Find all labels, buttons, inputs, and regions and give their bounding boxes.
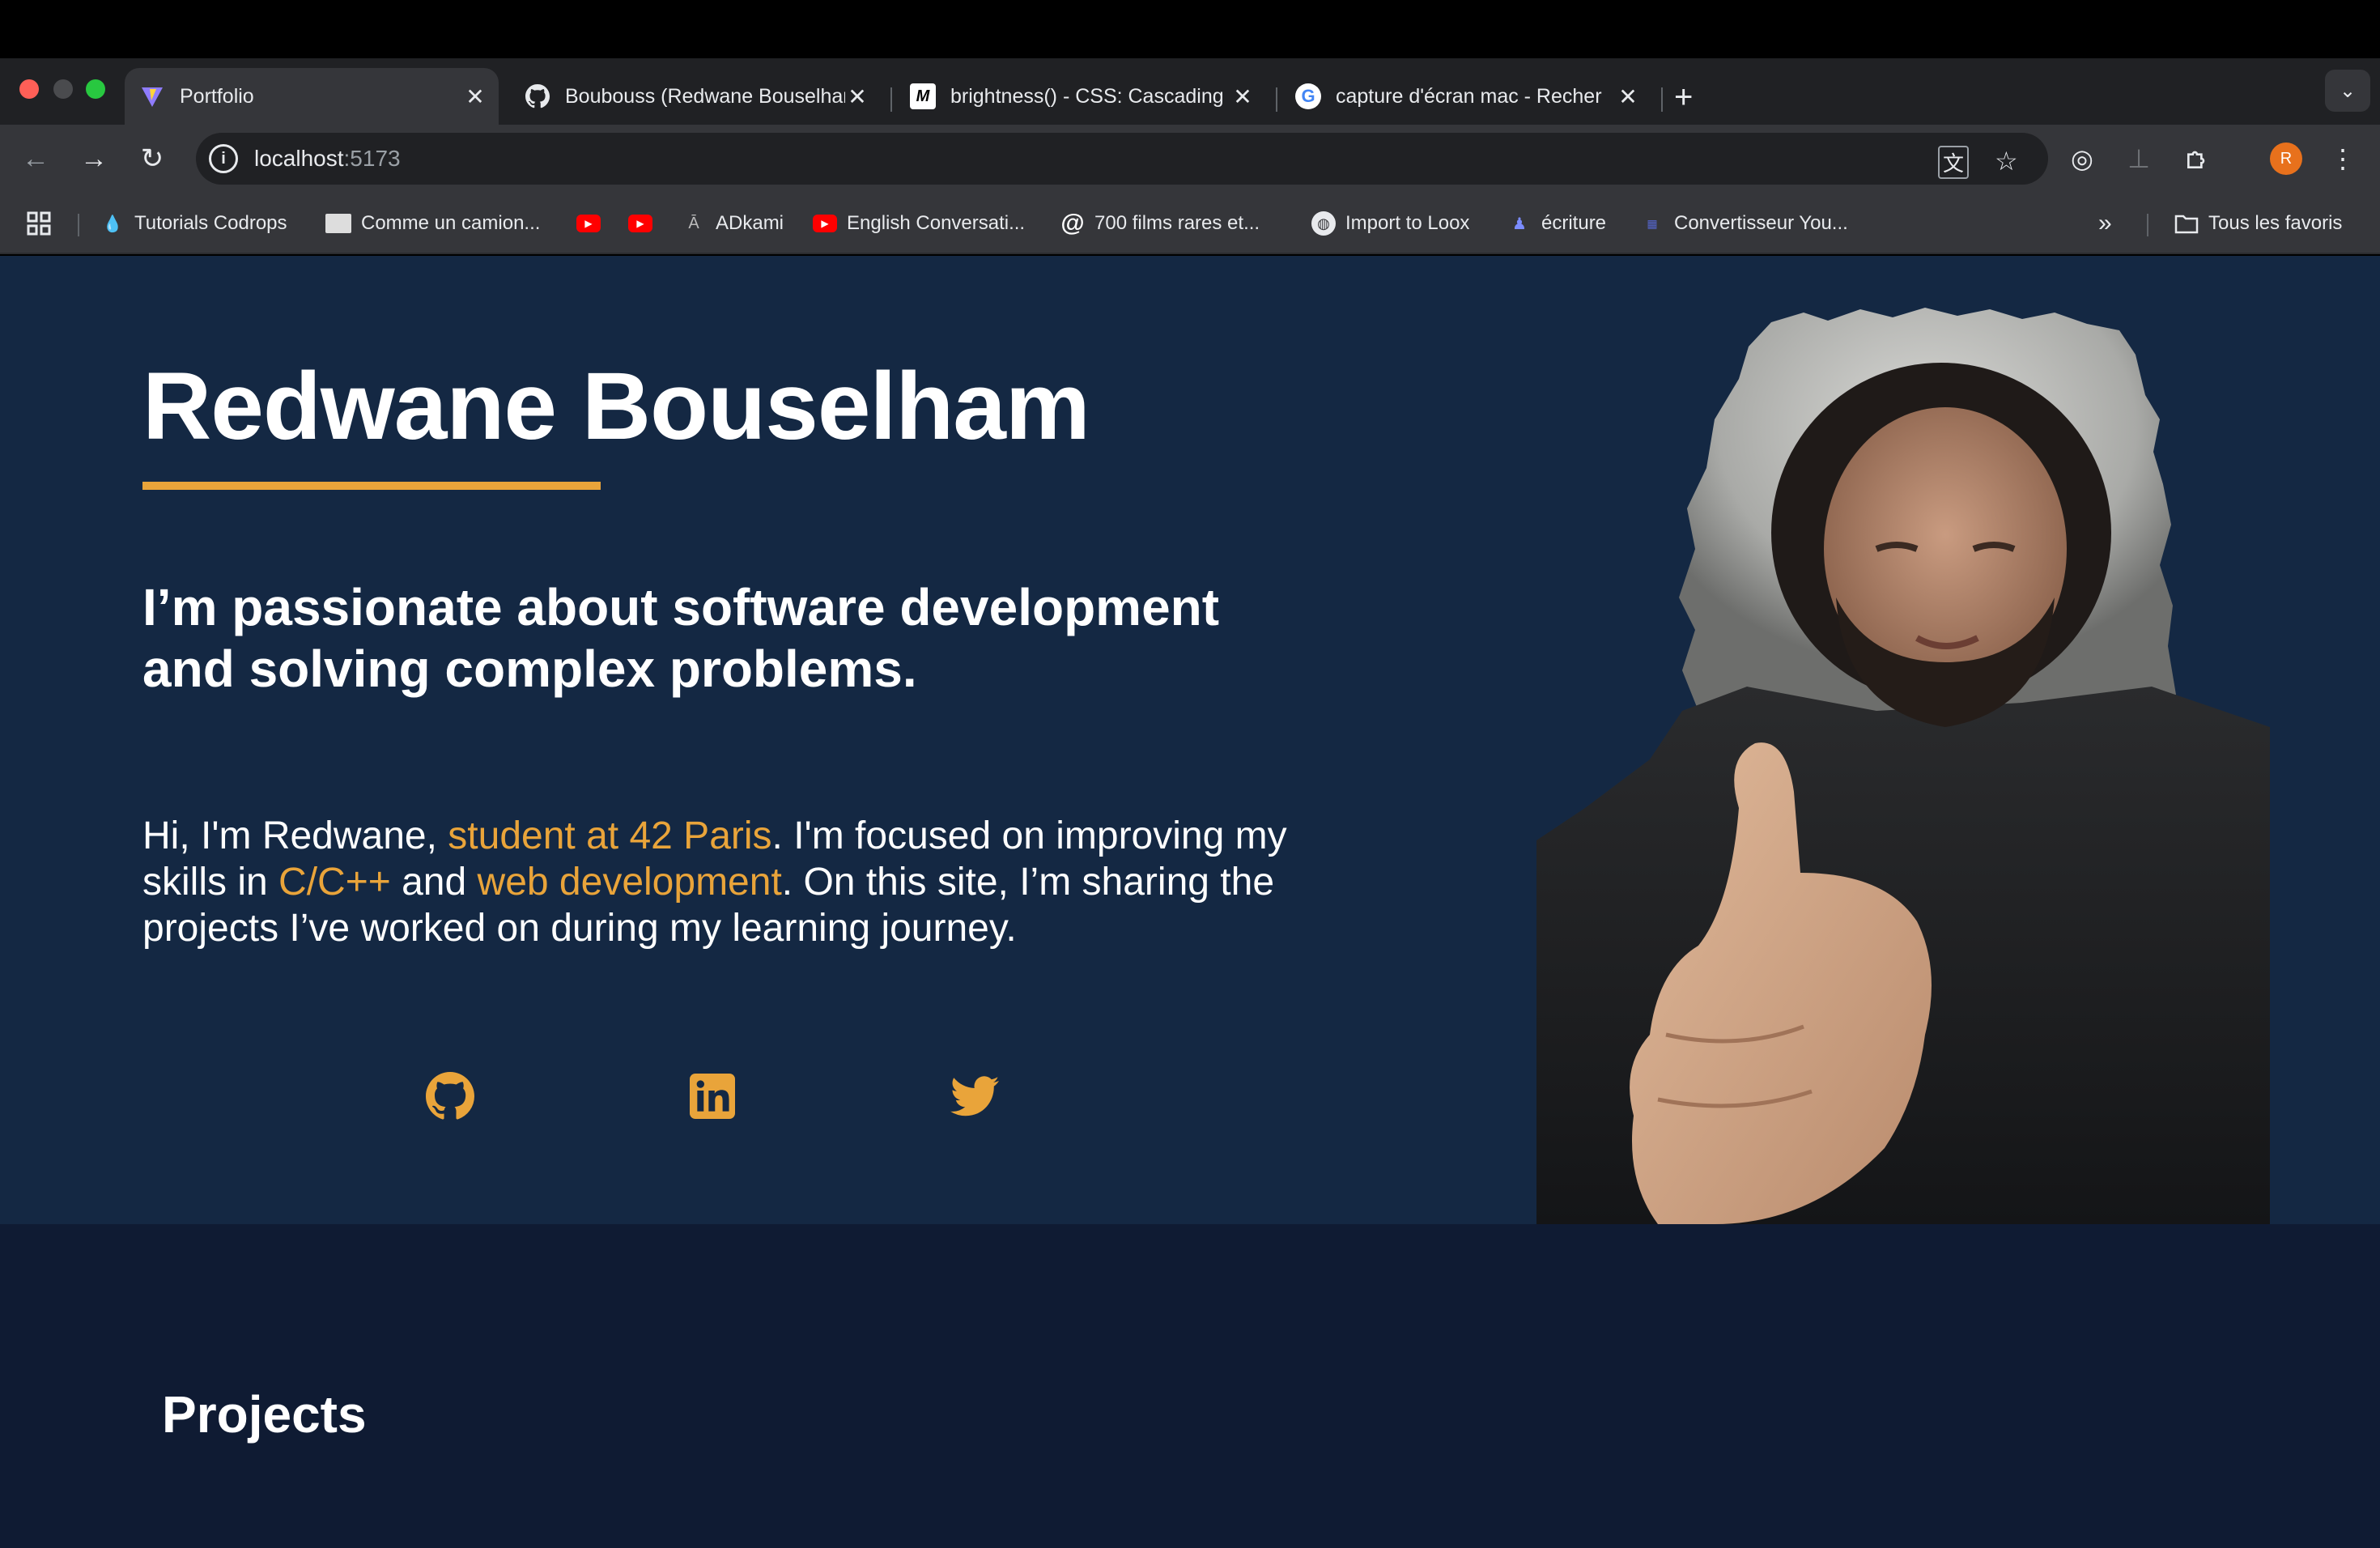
folder-icon: [2174, 211, 2199, 236]
url-host: localhost: [254, 146, 344, 171]
profile-avatar[interactable]: R: [2270, 142, 2302, 175]
youtube-icon: ▶: [813, 215, 837, 232]
projects-heading: Projects: [162, 1385, 367, 1444]
bookmark-label: Comme un camion...: [361, 212, 541, 234]
url-port: :5173: [343, 146, 401, 171]
close-tab-icon[interactable]: ✕: [1616, 83, 1640, 110]
ecriture-icon: ♟: [1512, 215, 1527, 233]
google-icon: G: [1295, 83, 1321, 109]
minimize-window-button[interactable]: [53, 79, 73, 99]
bookmark-youtube-1[interactable]: ▶: [576, 209, 610, 238]
tab-title: Boubouss (Redwane Bouselham): [565, 84, 845, 108]
tab-google[interactable]: G capture d'écran mac - Recher ✕: [1281, 68, 1651, 125]
twitter-link[interactable]: [949, 1070, 1001, 1122]
bookmark-adkami[interactable]: Ᾱ ADkami: [682, 209, 784, 238]
bookmark-label: 700 films rares et...: [1094, 212, 1260, 234]
reload-button[interactable]: ↻: [134, 141, 170, 176]
hero-tagline: I’m passionate about software developmen…: [142, 578, 1220, 698]
bookmark-youtube-2[interactable]: ▶: [628, 209, 662, 238]
chevron-down-icon: ⌄: [2339, 79, 2357, 102]
close-window-button[interactable]: [19, 79, 39, 99]
close-tab-icon[interactable]: ✕: [1230, 83, 1255, 110]
menu-kebab-icon[interactable]: ⋮: [2327, 142, 2359, 175]
bookmark-label: English Conversati...: [847, 212, 1026, 234]
forward-button[interactable]: →: [76, 141, 112, 176]
github-icon: [525, 83, 550, 109]
bookmark-label: Convertisseur You...: [1674, 212, 1848, 234]
hero-name: Redwane Bouselham: [142, 353, 1090, 460]
tab-title: capture d'écran mac - Recher: [1336, 84, 1602, 108]
intro-text: Hi, I'm Redwane,: [142, 814, 448, 857]
intro-highlight-cpp: C/C++: [278, 861, 391, 904]
extension-tool-icon[interactable]: ⊥: [2123, 142, 2155, 175]
close-tab-icon[interactable]: ✕: [463, 83, 487, 110]
translate-icon[interactable]: 文: [1938, 146, 1970, 179]
globe-icon: ◍: [1311, 211, 1336, 236]
extension-target-icon[interactable]: ◎: [2066, 142, 2098, 175]
all-bookmarks-folder[interactable]: Tous les favoris: [2174, 209, 2342, 238]
bookmark-convertisseur[interactable]: ▦ Convertisseur You...: [1640, 209, 1848, 238]
intro-highlight-school: student at 42 Paris: [448, 814, 772, 857]
converter-icon: ▦: [1647, 216, 1658, 230]
bookmark-tutorials-codrops[interactable]: 💧 Tutorials Codrops: [100, 209, 287, 238]
browser-toolbar: ← → ↻ i localhost:5173 文 ☆ ◎ ⊥ R ⋮: [0, 125, 2380, 193]
intro-highlight-web: web development: [477, 861, 782, 904]
address-bar[interactable]: i localhost:5173 文 ☆: [196, 133, 2048, 185]
bookmark-separator: [2147, 214, 2148, 236]
twitter-icon: [950, 1076, 999, 1116]
github-link[interactable]: [424, 1070, 476, 1122]
mdn-icon: M: [910, 83, 936, 109]
close-tab-icon[interactable]: ✕: [845, 83, 869, 110]
bookmark-import-to-loox[interactable]: ◍ Import to Loox: [1311, 209, 1469, 238]
bookmark-label: Tous les favoris: [2208, 212, 2343, 234]
bookmark-comme-un-camion[interactable]: Comme un camion...: [325, 209, 540, 238]
apps-grid-icon: [27, 211, 51, 236]
maximize-window-button[interactable]: [86, 79, 105, 99]
bookmark-label: Tutorials Codrops: [134, 212, 287, 234]
name-underline: [142, 482, 601, 490]
tab-separator: [1661, 87, 1663, 112]
bookmark-english-conversation[interactable]: ▶ English Conversati...: [813, 209, 1025, 238]
youtube-icon: ▶: [628, 215, 652, 232]
bookmark-separator: [78, 214, 79, 236]
bookmark-700-films[interactable]: @ 700 films rares et...: [1060, 209, 1260, 238]
back-button[interactable]: ←: [18, 141, 53, 176]
tab-mdn[interactable]: M brightness() - CSS: Cascading ✕: [895, 68, 1266, 125]
tab-strip: Portfolio ✕ Boubouss (Redwane Bouselham)…: [0, 58, 2380, 125]
at-icon: @: [1060, 210, 1085, 236]
bookmark-label: ADkami: [716, 212, 784, 234]
camion-icon: [325, 214, 351, 233]
hero-section: Redwane Bouselham I’m passionate about s…: [0, 256, 2380, 1224]
url-text: localhost:5173: [254, 146, 401, 172]
tab-search-button[interactable]: ⌄: [2325, 70, 2370, 112]
intro-text: and: [390, 861, 478, 904]
more-bookmarks-button[interactable]: »: [2098, 209, 2112, 238]
tab-title: brightness() - CSS: Cascading: [950, 84, 1224, 108]
extensions-puzzle-icon[interactable]: [2181, 142, 2213, 175]
linkedin-icon: [690, 1074, 735, 1119]
bookmark-label: Import to Loox: [1345, 212, 1470, 234]
bookmark-star-icon[interactable]: ☆: [1995, 146, 2018, 176]
hero-intro: Hi, I'm Redwane, student at 42 Paris. I'…: [142, 813, 1324, 951]
linkedin-link[interactable]: [686, 1070, 738, 1122]
tab-separator: [890, 87, 892, 112]
apps-grid-button[interactable]: [26, 209, 52, 238]
new-tab-button[interactable]: +: [1674, 81, 1693, 113]
github-icon: [426, 1072, 474, 1120]
adkami-icon: Ᾱ: [688, 214, 699, 232]
tab-separator: [1276, 87, 1277, 112]
profile-photo: [1536, 308, 2270, 1224]
vite-icon: [139, 83, 165, 109]
site-info-icon[interactable]: i: [209, 144, 238, 173]
codrops-icon: 💧: [102, 215, 123, 233]
tab-portfolio[interactable]: Portfolio ✕: [125, 68, 499, 125]
youtube-icon: ▶: [576, 215, 601, 232]
projects-section: Projects: [0, 1224, 2380, 1548]
bookmark-ecriture[interactable]: ♟ écriture: [1507, 209, 1606, 238]
tab-github[interactable]: Boubouss (Redwane Bouselham) ✕: [510, 68, 881, 125]
screen-top-bar: [0, 0, 2380, 58]
bookmarks-bar: 💧 Tutorials Codrops Comme un camion... ▶…: [0, 193, 2380, 254]
tab-title: Portfolio: [180, 84, 254, 108]
bookmark-label: écriture: [1541, 212, 1607, 234]
